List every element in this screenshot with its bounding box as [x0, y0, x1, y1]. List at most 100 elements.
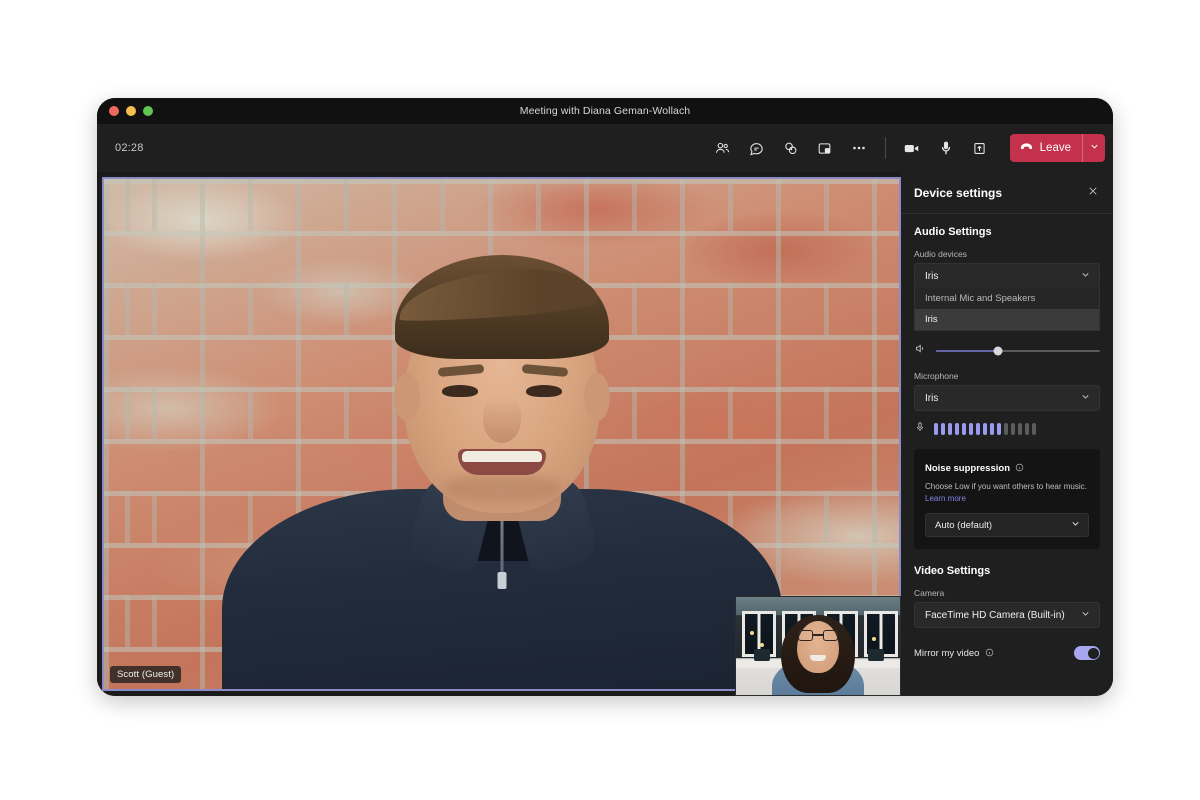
- speaker-icon: [914, 342, 927, 360]
- toolbar-action-group: [707, 133, 875, 163]
- info-icon[interactable]: [1015, 459, 1024, 477]
- chevron-down-icon: [1080, 269, 1091, 283]
- people-icon: [714, 140, 731, 157]
- audio-device-option-selected[interactable]: Iris: [915, 309, 1099, 330]
- audio-devices-value: Iris: [925, 270, 939, 282]
- leave-main[interactable]: Leave: [1010, 134, 1082, 162]
- camera-value: FaceTime HD Camera (Built-in): [925, 609, 1065, 621]
- microphone-label: Microphone: [914, 371, 959, 381]
- zipper-pull: [497, 572, 506, 589]
- meeting-timer: 02:28: [115, 142, 144, 154]
- close-window-button[interactable]: [109, 106, 119, 116]
- noise-suppression-select[interactable]: Auto (default): [925, 513, 1089, 538]
- nose: [482, 397, 521, 443]
- mic-level-row: [914, 422, 1100, 436]
- desk-object-right: [868, 649, 884, 661]
- camera-icon: [902, 139, 921, 158]
- breakout-rooms-button[interactable]: [809, 133, 841, 163]
- microphone-button[interactable]: [930, 133, 962, 163]
- microphone-value: Iris: [925, 392, 939, 404]
- noise-suppression-title-row: Noise suppression: [925, 459, 1089, 477]
- chin-shadow: [441, 473, 562, 503]
- toggle-knob: [1087, 647, 1099, 659]
- toolbar-divider: [884, 137, 886, 159]
- audio-settings-heading: Audio Settings: [914, 226, 992, 238]
- breakout-rooms-icon: [816, 140, 833, 157]
- minimize-window-button[interactable]: [126, 106, 136, 116]
- meeting-stage: Scott (Guest) Device settings Audio Sett…: [97, 172, 1113, 696]
- noise-suppression-description-text: Choose Low if you want others to hear mu…: [925, 482, 1087, 491]
- audio-devices-dropdown-list[interactable]: Internal Mic and Speakers Iris: [914, 288, 1100, 331]
- camera-select[interactable]: FaceTime HD Camera (Built-in): [914, 602, 1100, 629]
- device-settings-panel: Device settings Audio Settings Audio dev…: [901, 172, 1113, 696]
- video-settings-section: Video Settings Camera FaceTime HD Camera…: [914, 565, 1100, 662]
- chevron-down-icon: [1089, 139, 1100, 157]
- pip-person-face: [797, 621, 839, 673]
- more-options-icon: [850, 139, 868, 157]
- noise-suppression-description: Choose Low if you want others to hear mu…: [925, 481, 1089, 504]
- mirror-video-label: Mirror my video: [914, 647, 980, 659]
- close-panel-button[interactable]: [1087, 184, 1099, 202]
- reactions-button[interactable]: [775, 133, 807, 163]
- window-light-1: [750, 631, 754, 635]
- chat-icon: [748, 140, 765, 157]
- noise-suppression-title: Noise suppression: [925, 462, 1010, 474]
- maximize-window-button[interactable]: [143, 106, 153, 116]
- noise-suppression-card: Noise suppression Choose Low if you want…: [914, 449, 1100, 550]
- chevron-down-icon: [1080, 608, 1091, 622]
- noise-suppression-value: Auto (default): [935, 519, 993, 531]
- desk-object-left: [754, 649, 770, 661]
- volume-slider-thumb[interactable]: [993, 346, 1003, 356]
- window-light-2: [760, 643, 764, 647]
- panel-body: Audio Settings Audio devices Iris Intern…: [901, 214, 1113, 696]
- learn-more-link[interactable]: Learn more: [925, 494, 966, 503]
- mic-level-meter: [934, 423, 1036, 435]
- people-button[interactable]: [707, 133, 739, 163]
- info-icon[interactable]: [985, 644, 994, 662]
- audio-devices-select[interactable]: Iris: [914, 263, 1100, 289]
- microphone-select[interactable]: Iris: [914, 385, 1100, 411]
- ear-left: [393, 373, 420, 421]
- panel-header: Device settings: [901, 172, 1113, 214]
- microphone-icon: [914, 420, 926, 438]
- teeth: [461, 451, 542, 462]
- hangup-icon: [1019, 139, 1034, 157]
- toolbar-media-group: [896, 133, 996, 163]
- window-title: Meeting with Diana Geman-Wollach: [519, 105, 691, 117]
- share-icon: [971, 140, 988, 157]
- leave-label: Leave: [1039, 142, 1071, 154]
- share-button[interactable]: [964, 133, 996, 163]
- volume-control-row: [914, 343, 1100, 359]
- glasses-icon: [798, 630, 838, 641]
- app-window: Meeting with Diana Geman-Wollach 02:28 L…: [97, 98, 1113, 696]
- mouth: [457, 449, 546, 475]
- panel-title: Device settings: [914, 185, 1003, 200]
- window-light-3: [872, 637, 876, 641]
- chevron-down-icon: [1070, 518, 1081, 532]
- video-area: Scott (Guest): [97, 172, 901, 696]
- eye-left: [441, 385, 478, 397]
- leave-dropdown-button[interactable]: [1083, 134, 1105, 162]
- chevron-down-icon: [1080, 391, 1091, 405]
- mirror-video-row: Mirror my video: [914, 644, 1100, 662]
- mirror-video-toggle[interactable]: [1074, 646, 1100, 661]
- more-options-button[interactable]: [843, 133, 875, 163]
- camera-label: Camera: [914, 588, 945, 599]
- microphone-icon: [937, 139, 955, 157]
- reactions-icon: [782, 140, 799, 157]
- participant-name-badge: Scott (Guest): [110, 666, 182, 683]
- traffic-light-controls[interactable]: [109, 106, 153, 116]
- volume-slider-fill: [936, 350, 999, 352]
- audio-devices-label: Audio devices: [914, 249, 967, 259]
- mirror-video-label-group: Mirror my video: [914, 644, 994, 662]
- meeting-toolbar: 02:28 Leave: [97, 124, 1113, 172]
- leave-button[interactable]: Leave: [1009, 134, 1105, 162]
- eye-right: [525, 385, 562, 397]
- camera-button[interactable]: [896, 133, 928, 163]
- audio-device-option[interactable]: Internal Mic and Speakers: [915, 288, 1099, 309]
- video-settings-heading: Video Settings: [914, 565, 991, 578]
- self-view-video[interactable]: [735, 596, 901, 696]
- volume-slider[interactable]: [936, 346, 1100, 356]
- chat-button[interactable]: [741, 133, 773, 163]
- title-bar: Meeting with Diana Geman-Wollach: [97, 98, 1113, 124]
